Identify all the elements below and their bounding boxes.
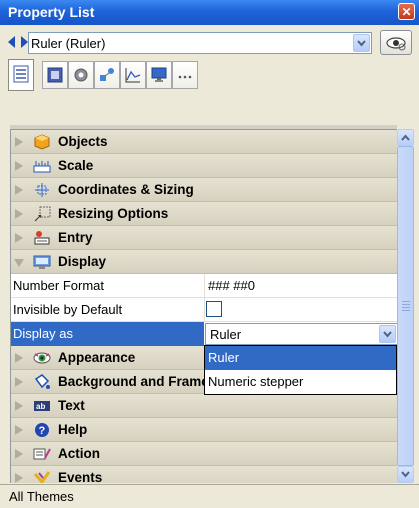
tab-properties[interactable] [8,59,34,91]
category-entry[interactable]: Entry [11,226,397,250]
expand-arrow-icon [15,473,23,483]
eye-icon [33,352,51,364]
shapes-icon [100,68,114,81]
display-icon [33,255,51,269]
window-title: Property List [8,4,95,20]
resize-icon [34,206,51,222]
nav-arrows-icon[interactable] [8,36,28,48]
category-display[interactable]: Display [11,250,397,274]
vertical-scrollbar[interactable] [397,129,414,483]
expand-arrow-icon [15,425,23,435]
invisible-by-default-checkbox[interactable] [206,301,222,317]
property-label: Invisible by Default [13,302,123,317]
chevron-down-icon [357,40,366,47]
category-label: Action [58,446,100,461]
category-label: Resizing Options [58,206,169,221]
display-as-value: Ruler [210,327,242,342]
tab-settings[interactable] [68,61,94,89]
expand-arrow-icon [15,377,23,387]
expand-arrow-icon [15,233,23,243]
title-bar: Property List ✕ [0,0,419,25]
expand-arrow-icon [15,161,23,171]
category-label: Events [58,470,103,483]
expand-arrow-icon [15,449,23,459]
events-icon [33,471,51,483]
category-label: Coordinates & Sizing [58,182,194,197]
expand-arrow-icon [15,209,23,219]
category-help[interactable]: ? Help [11,418,397,442]
category-resizing-options[interactable]: Resizing Options [11,202,397,226]
close-button[interactable]: ✕ [398,3,415,20]
view-toggle-button[interactable] [380,30,412,55]
display-as-dropdown-list: Ruler Numeric stepper [204,345,397,395]
close-icon: ✕ [401,5,412,19]
status-bar: All Themes [0,484,419,508]
display-as-dropdown-button[interactable] [379,325,396,343]
more-icon [178,75,192,79]
category-text[interactable]: ab Text [11,394,397,418]
paint-bucket-icon [34,374,50,389]
object-select-dropdown-button[interactable] [353,34,370,52]
cube-icon [34,134,50,150]
property-list: Objects Scale Coordinates & Sizing Resiz… [10,129,397,483]
expand-arrow-icon [15,353,23,363]
property-label: Number Format [13,278,105,293]
option-numeric-stepper[interactable]: Numeric stepper [205,370,396,394]
object-selector-row: Ruler (Ruler) [0,25,419,59]
object-icon [47,67,63,83]
category-label: Text [58,398,85,413]
property-label: Display as [13,326,73,341]
tab-strip [8,59,244,93]
monitor-icon [151,67,167,82]
tab-shapes[interactable] [94,61,120,89]
category-coordinates-sizing[interactable]: Coordinates & Sizing [11,178,397,202]
object-select[interactable]: Ruler (Ruler) [28,32,372,54]
property-display-as: Display as Ruler [11,322,397,346]
category-label: Display [58,254,107,269]
scroll-thumb[interactable] [397,146,414,466]
scale-icon [33,161,51,173]
category-label: Appearance [58,350,136,365]
eye-icon [386,37,406,51]
help-icon: ? [35,423,49,437]
expand-arrow-icon [15,401,23,411]
property-number-format: Number Format ### ##0 [11,274,397,298]
svg-text:?: ? [39,425,46,437]
status-text: All Themes [9,489,74,504]
object-select-value: Ruler (Ruler) [31,36,106,51]
number-format-value[interactable]: ### ##0 [208,278,255,293]
expand-arrow-icon [15,185,23,195]
category-label: Objects [58,134,108,149]
chart-icon [125,68,141,83]
chevron-up-icon [401,134,410,141]
tab-object[interactable] [42,61,68,89]
tab-screen[interactable] [146,61,172,89]
tab-chart[interactable] [120,61,146,89]
category-scale[interactable]: Scale [11,154,397,178]
category-label: Entry [58,230,93,245]
category-events[interactable]: Events [11,466,397,483]
svg-text:ab: ab [36,402,45,411]
expand-arrow-icon [15,137,23,147]
display-as-select[interactable]: Ruler [205,323,397,345]
category-action[interactable]: Action [11,442,397,466]
tab-more[interactable] [172,61,198,89]
action-icon [33,448,51,460]
collapse-arrow-icon [14,259,24,267]
list-icon [13,65,29,83]
coordinates-icon [35,183,49,197]
text-icon: ab [34,401,50,411]
option-ruler[interactable]: Ruler [205,346,396,370]
category-label: Help [58,422,88,437]
scroll-up-button[interactable] [397,129,414,146]
category-label: Background and Frame [58,374,209,389]
gear-icon [74,68,88,82]
category-objects[interactable]: Objects [11,130,397,154]
category-label: Scale [58,158,94,173]
chevron-down-icon [401,471,410,478]
property-invisible-by-default: Invisible by Default [11,298,397,322]
scroll-down-button[interactable] [397,466,414,483]
chevron-down-icon [383,331,392,338]
entry-icon [34,231,50,245]
